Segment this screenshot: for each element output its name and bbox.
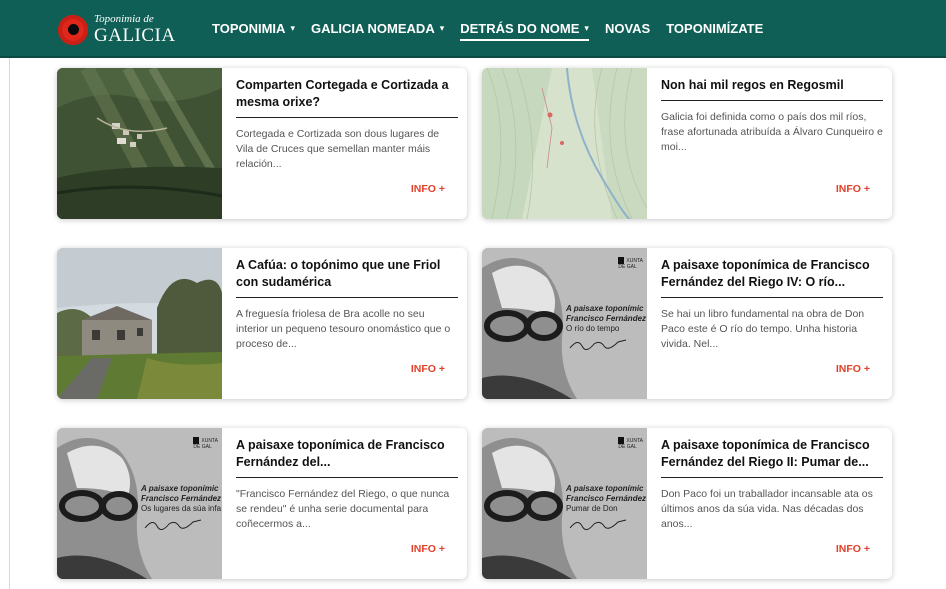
info-link[interactable]: INFO +: [411, 363, 445, 375]
aerial-photo-image[interactable]: [57, 68, 222, 219]
portrait-image[interactable]: XUNTA DE GAL A paisaxe toponímic Francisc…: [482, 248, 647, 399]
card-title[interactable]: A paisaxe toponímica de Francisco Fernán…: [661, 437, 883, 478]
info-link[interactable]: INFO +: [411, 543, 445, 555]
card-excerpt: Cortegada e Cortizada son dous lugares d…: [236, 128, 440, 170]
info-link[interactable]: INFO +: [836, 183, 870, 195]
landscape-photo-image[interactable]: [57, 248, 222, 399]
card-excerpt: Se hai un libro fundamental na obra de D…: [661, 308, 865, 350]
xunta-logo-icon: XUNTA DE GAL: [618, 437, 643, 450]
article-card[interactable]: XUNTA DE GAL A paisaxe toponímic Francisc…: [482, 428, 892, 579]
card-excerpt: Don Paco foi un traballador incansable a…: [661, 488, 873, 530]
card-title[interactable]: Non hai mil regos en Regosmil: [661, 77, 883, 101]
info-link[interactable]: INFO +: [836, 543, 870, 555]
article-card[interactable]: Comparten Cortegada e Cortizada a mesma …: [57, 68, 467, 219]
info-link[interactable]: INFO +: [411, 183, 445, 195]
signature-icon: [569, 339, 627, 350]
signature-icon: [569, 519, 627, 530]
info-link[interactable]: INFO +: [836, 363, 870, 375]
map-image[interactable]: [482, 68, 647, 219]
card-title[interactable]: A Cafúa: o topónimo que une Friol con su…: [236, 257, 458, 298]
xunta-logo-icon: XUNTA DE GAL: [193, 437, 218, 450]
article-grid: Comparten Cortegada e Cortizada a mesma …: [0, 0, 946, 589]
card-excerpt: "Francisco Fernández del Riego, o que nu…: [236, 488, 450, 530]
article-card[interactable]: Non hai mil regos en Regosmil Galicia fo…: [482, 68, 892, 219]
article-card[interactable]: XUNTA DE GAL A paisaxe toponímic Francisc…: [57, 428, 467, 579]
portrait-image[interactable]: XUNTA DE GAL A paisaxe toponímic Francisc…: [482, 428, 647, 579]
xunta-logo-icon: XUNTA DE GAL: [618, 257, 643, 270]
signature-icon: [144, 519, 202, 530]
card-excerpt: A freguesía friolesa de Bra acolle no se…: [236, 308, 451, 350]
article-card[interactable]: A Cafúa: o topónimo que une Friol con su…: [57, 248, 467, 399]
portrait-image[interactable]: XUNTA DE GAL A paisaxe toponímic Francisc…: [57, 428, 222, 579]
card-title[interactable]: Comparten Cortegada e Cortizada a mesma …: [236, 77, 458, 118]
card-excerpt: Galicia foi definida como o país dos mil…: [661, 111, 883, 153]
card-title[interactable]: A paisaxe toponímica de Francisco Fernán…: [661, 257, 883, 298]
card-title[interactable]: A paisaxe toponímica de Francisco Fernán…: [236, 437, 458, 478]
article-card[interactable]: XUNTA DE GAL A paisaxe toponímic Francisc…: [482, 248, 892, 399]
